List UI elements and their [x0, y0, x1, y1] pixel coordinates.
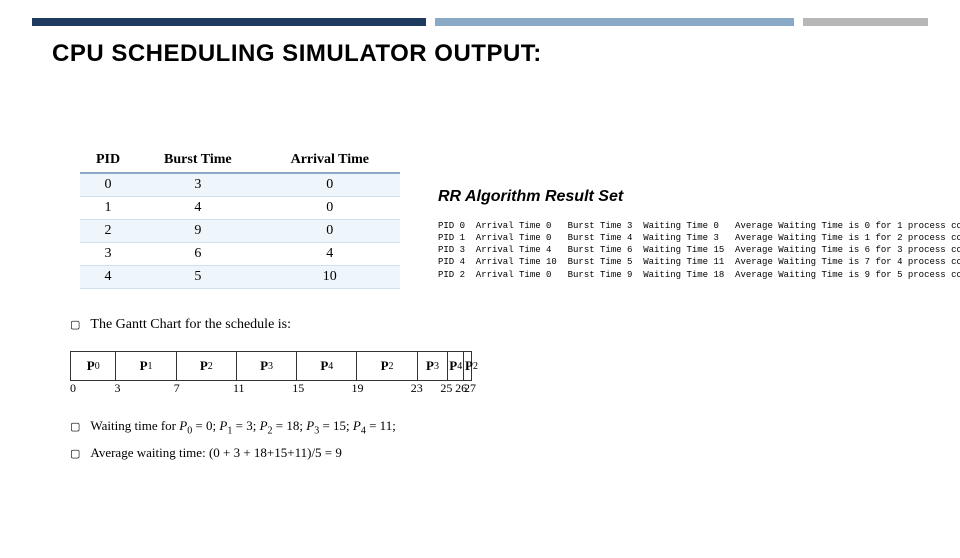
bar-light: [435, 18, 793, 26]
bar-gap: [426, 18, 435, 26]
gantt-tick: 0: [70, 381, 114, 396]
gantt-segment: P2: [464, 352, 479, 380]
gantt-segment: P3: [237, 352, 297, 380]
gantt-segment: P2: [177, 352, 237, 380]
waiting-line: ▢Waiting time for P0 = 0; P1 = 3; P2 = 1…: [70, 414, 410, 441]
gantt-caption: ▢The Gantt Chart for the schedule is:: [70, 317, 410, 333]
bullet-icon: ▢: [70, 319, 80, 331]
gantt-tick: 25: [440, 381, 455, 396]
gantt-tick: 15: [292, 381, 351, 396]
average-line: ▢Average waiting time: (0 + 3 + 18+15+11…: [70, 441, 410, 465]
bullet-icon: ▢: [70, 448, 80, 460]
bullet-icon: ▢: [70, 421, 80, 433]
bar-navy: [32, 18, 426, 26]
table-row: 290: [80, 220, 400, 243]
gantt-tick: 27: [464, 381, 476, 396]
gantt-tick: 7: [174, 381, 233, 396]
gantt-segment: P2: [357, 352, 417, 380]
gantt-segment: P4: [297, 352, 357, 380]
table-row: 4510: [80, 266, 400, 289]
gantt-tick: 23: [411, 381, 441, 396]
gantt-segment: P4: [448, 352, 464, 380]
result-panel: RR Algorithm Result Set PID 0 Arrival Ti…: [438, 188, 938, 281]
col-burst: Burst Time: [136, 148, 260, 173]
gantt-segment: P0: [71, 352, 116, 380]
gantt-ticks: 03711151923252627: [70, 381, 470, 396]
gantt-tick: 11: [233, 381, 292, 396]
bar-gray: [803, 18, 928, 26]
process-table: PID Burst Time Arrival Time 030 140 290 …: [80, 148, 400, 289]
decorative-top-bar: [32, 18, 928, 26]
col-pid: PID: [80, 148, 136, 173]
gantt-segment: P3: [418, 352, 449, 380]
table-header-row: PID Burst Time Arrival Time: [80, 148, 400, 173]
page-title: CPU SCHEDULING SIMULATOR OUTPUT:: [52, 40, 960, 68]
result-title: RR Algorithm Result Set: [438, 188, 938, 206]
bar-gap-2: [794, 18, 803, 26]
table-row: 364: [80, 243, 400, 266]
gantt-chart: P0P1P2P3P4P2P3P4P2: [70, 351, 472, 381]
table-row: 030: [80, 173, 400, 197]
table-row: 140: [80, 197, 400, 220]
gantt-segment: P1: [116, 352, 176, 380]
gantt-tick: 19: [351, 381, 410, 396]
col-arr: Arrival Time: [260, 148, 400, 173]
slide: CPU SCHEDULING SIMULATOR OUTPUT: PID Bur…: [0, 18, 960, 558]
notes: ▢Waiting time for P0 = 0; P1 = 3; P2 = 1…: [70, 414, 410, 464]
result-text: PID 0 Arrival Time 0 Burst Time 3 Waitin…: [438, 220, 938, 281]
left-panel: PID Burst Time Arrival Time 030 140 290 …: [80, 148, 410, 464]
gantt-tick: 3: [114, 381, 173, 396]
